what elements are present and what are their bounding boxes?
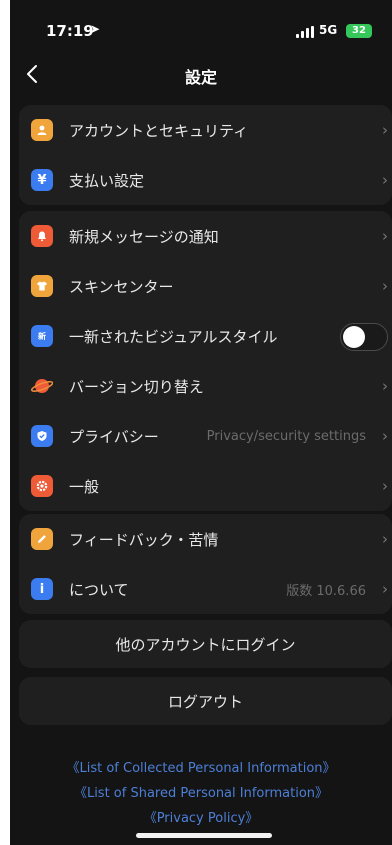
chevron-right-icon: ›: [382, 427, 388, 445]
chevron-right-icon: ›: [382, 530, 388, 548]
pencil-icon: [31, 528, 53, 550]
version-value: 版数 10.6.66: [286, 583, 366, 599]
collected-info-link[interactable]: 《List of Collected Personal Information》: [10, 756, 392, 781]
chevron-right-icon: ›: [382, 227, 388, 245]
status-bar: 17:19 ➤ 5G 32: [10, 0, 392, 56]
chevron-right-icon: ›: [382, 477, 388, 495]
notifications-label: 新規メッセージの通知: [69, 227, 219, 246]
version-switch-item[interactable]: バージョン切り替え ›: [19, 361, 392, 411]
gear-icon: [31, 475, 53, 497]
battery-level: 32: [352, 25, 366, 36]
privacy-label: プライバシー: [69, 427, 159, 446]
battery-icon: 32: [346, 24, 372, 38]
skin-center-label: スキンセンター: [69, 277, 174, 296]
logout-button[interactable]: ログアウト: [19, 677, 392, 725]
shield-icon: [31, 425, 53, 447]
general-label: 一般: [69, 477, 100, 496]
payment-settings-label: 支払い設定: [69, 171, 145, 190]
signal-icon: [296, 26, 316, 38]
info-icon: i: [31, 578, 53, 600]
network-type: 5G: [319, 23, 338, 37]
chevron-right-icon: ›: [382, 171, 388, 189]
planet-icon: [31, 375, 53, 397]
visual-style-label: 一新されたビジュアルスタイル: [69, 327, 278, 346]
settings-group-account: アカウントとセキュリティ › ¥ 支払い設定 ›: [19, 105, 392, 205]
visual-style-toggle[interactable]: [340, 323, 388, 351]
version-switch-label: バージョン切り替え: [69, 377, 204, 396]
settings-group-about: フィードバック・苦情 › i について 版数 10.6.66 ›: [19, 514, 392, 614]
feedback-item[interactable]: フィードバック・苦情 ›: [19, 514, 392, 564]
notifications-item[interactable]: 新規メッセージの通知 ›: [19, 211, 392, 261]
about-label: について: [69, 580, 129, 599]
toggle-knob: [343, 326, 365, 348]
chevron-right-icon: ›: [382, 121, 388, 139]
home-indicator: [136, 833, 272, 838]
shirt-icon: [31, 275, 53, 297]
bell-icon: [31, 225, 53, 247]
privacy-item[interactable]: プライバシー Privacy/security settings ›: [19, 411, 392, 461]
privacy-value: Privacy/security settings: [206, 428, 366, 444]
account-security-item[interactable]: アカウントとセキュリティ ›: [19, 105, 392, 155]
privacy-policy-link[interactable]: 《Privacy Policy》: [10, 806, 392, 831]
shared-info-link[interactable]: 《List of Shared Personal Information》: [10, 781, 392, 806]
new-style-icon: 新: [31, 325, 53, 347]
skin-center-item[interactable]: スキンセンター ›: [19, 261, 392, 311]
visual-style-item: 新 一新されたビジュアルスタイル: [19, 311, 392, 361]
page-title: 設定: [184, 68, 217, 87]
payment-settings-item[interactable]: ¥ 支払い設定 ›: [19, 155, 392, 205]
general-item[interactable]: 一般 ›: [19, 461, 392, 511]
yen-icon: ¥: [31, 169, 53, 191]
chevron-right-icon: ›: [382, 580, 388, 598]
person-icon: [31, 119, 53, 141]
settings-screen: 17:19 ➤ 5G 32 設定 アカウントとセキュリティ › ¥ 支払い設定 …: [10, 0, 392, 845]
chevron-right-icon: ›: [382, 277, 388, 295]
settings-group-general: 新規メッセージの通知 › スキンセンター › 新 一新されたビジュアルスタイル …: [19, 211, 392, 511]
switch-account-button[interactable]: 他のアカウントにログイン: [19, 620, 392, 668]
legal-links: 《List of Collected Personal Information》…: [10, 756, 392, 831]
about-item[interactable]: i について 版数 10.6.66 ›: [19, 564, 392, 614]
feedback-label: フィードバック・苦情: [69, 530, 219, 549]
status-time: 17:19: [46, 22, 94, 40]
chevron-right-icon: ›: [382, 377, 388, 395]
account-security-label: アカウントとセキュリティ: [69, 121, 249, 140]
location-arrow-icon: ➤: [90, 22, 101, 36]
